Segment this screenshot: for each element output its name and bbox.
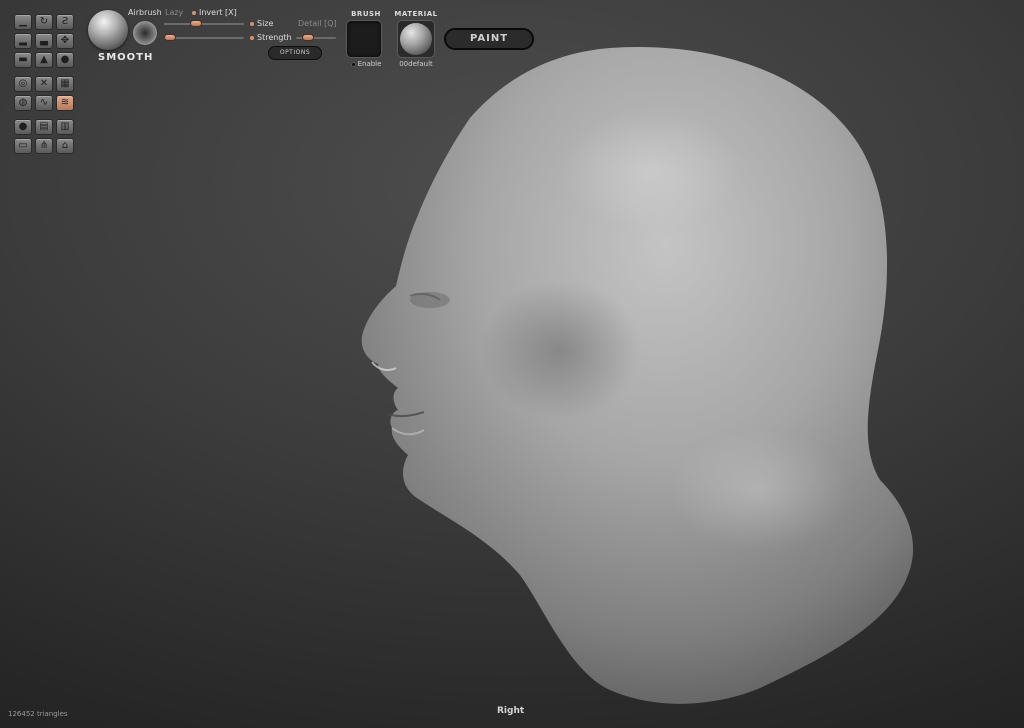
size-dot-icon [250,21,254,26]
invert-toggle[interactable]: Invert [X] [192,8,237,17]
size-slider-knob[interactable] [164,34,176,41]
triangle-count: 126452 triangles [8,710,68,718]
layer-icon[interactable]: ▤ [35,119,53,135]
tool-group-brushes: ▁ ↻ Ꙅ ▂ ▃ ✥ ▬ ▲ ● [14,14,76,68]
standard-brush-icon[interactable]: ▁ [14,14,32,30]
material-section: MATERIAL 00default [394,10,438,68]
paint-button[interactable]: PAINT [444,28,534,50]
brush-title: BRUSH [351,10,381,18]
invert-dot-icon [192,10,196,15]
clay-brush-icon[interactable]: ▂ [14,33,32,49]
strength-dot-icon [250,35,254,40]
brush-name: SMOOTH [98,52,154,63]
enable-toggle[interactable]: Enable [346,60,386,68]
view-label: Right [497,706,525,716]
rotate-brush-icon[interactable]: ↻ [35,14,53,30]
inflate-brush-icon[interactable]: ▃ [35,33,53,49]
symmetry-icon[interactable]: ⋔ [35,138,53,154]
brush-swatch[interactable] [346,20,382,58]
flatten-brush-icon[interactable]: ▬ [14,52,32,68]
material-name: 00default [399,60,433,68]
size-label: Size [257,19,274,28]
brush-settings-panel: SMOOTH Airbrush Lazy Invert [X] Size Det… [84,4,344,64]
grab-brush-icon[interactable]: ✥ [56,33,74,49]
lazy-slider-knob[interactable] [190,20,202,27]
strength-toggle[interactable]: Strength [250,33,292,42]
brush-preview-icon[interactable] [88,10,128,50]
size-slider[interactable] [164,34,244,41]
material-title: MATERIAL [394,10,438,18]
airbrush-toggle[interactable]: Airbrush [128,8,162,17]
enable-label: Enable [357,60,382,68]
sculpt-model-head[interactable] [0,0,1024,728]
pinch-brush-icon[interactable]: ▲ [35,52,53,68]
smooth-ring-icon[interactable]: ◎ [14,76,32,92]
tool-group-modifiers: ◎ ✕ ▦ ◍ ∿ ≋ [14,76,76,111]
paint-layer-icon[interactable]: ▥ [56,119,74,135]
lazy-toggle[interactable]: Lazy [165,8,183,17]
detail-toggle[interactable]: Detail [Q] [298,19,337,28]
brush-section: BRUSH Enable [346,10,386,68]
strength-slider[interactable] [296,34,336,41]
sphere-icon[interactable]: ● [14,119,32,135]
crease-brush-icon[interactable]: Ꙅ [56,14,74,30]
wave-icon[interactable]: ∿ [35,95,53,111]
pinch-circle-icon[interactable]: ◍ [14,95,32,111]
smooth-brush-icon[interactable]: ≋ [56,95,74,111]
strength-slider-knob[interactable] [302,34,314,41]
alpha-thumbnail[interactable] [132,20,158,46]
options-button[interactable]: OPTIONS [268,46,322,60]
enable-dot-icon [350,61,356,67]
lazy-slider[interactable] [164,20,244,27]
material-sphere-icon [400,23,432,55]
material-swatch[interactable] [397,20,435,58]
invert-label: Invert [X] [199,8,237,17]
size-toggle[interactable]: Size [250,19,273,28]
mask-icon[interactable]: ✕ [35,76,53,92]
strength-label: Strength [257,33,292,42]
blob-brush-icon[interactable]: ● [56,52,74,68]
tool-group-misc: ● ▤ ▥ ▭ ⋔ ⌂ [14,119,76,154]
reset-icon[interactable]: ⌂ [56,138,74,154]
hide-icon[interactable]: ▭ [14,138,32,154]
grid-icon[interactable]: ▦ [56,76,74,92]
viewport[interactable] [0,0,1024,728]
tool-palette: ▁ ↻ Ꙅ ▂ ▃ ✥ ▬ ▲ ● ◎ ✕ ▦ ◍ ∿ ≋ ● ▤ ▥ ▭ ⋔ … [14,14,76,162]
